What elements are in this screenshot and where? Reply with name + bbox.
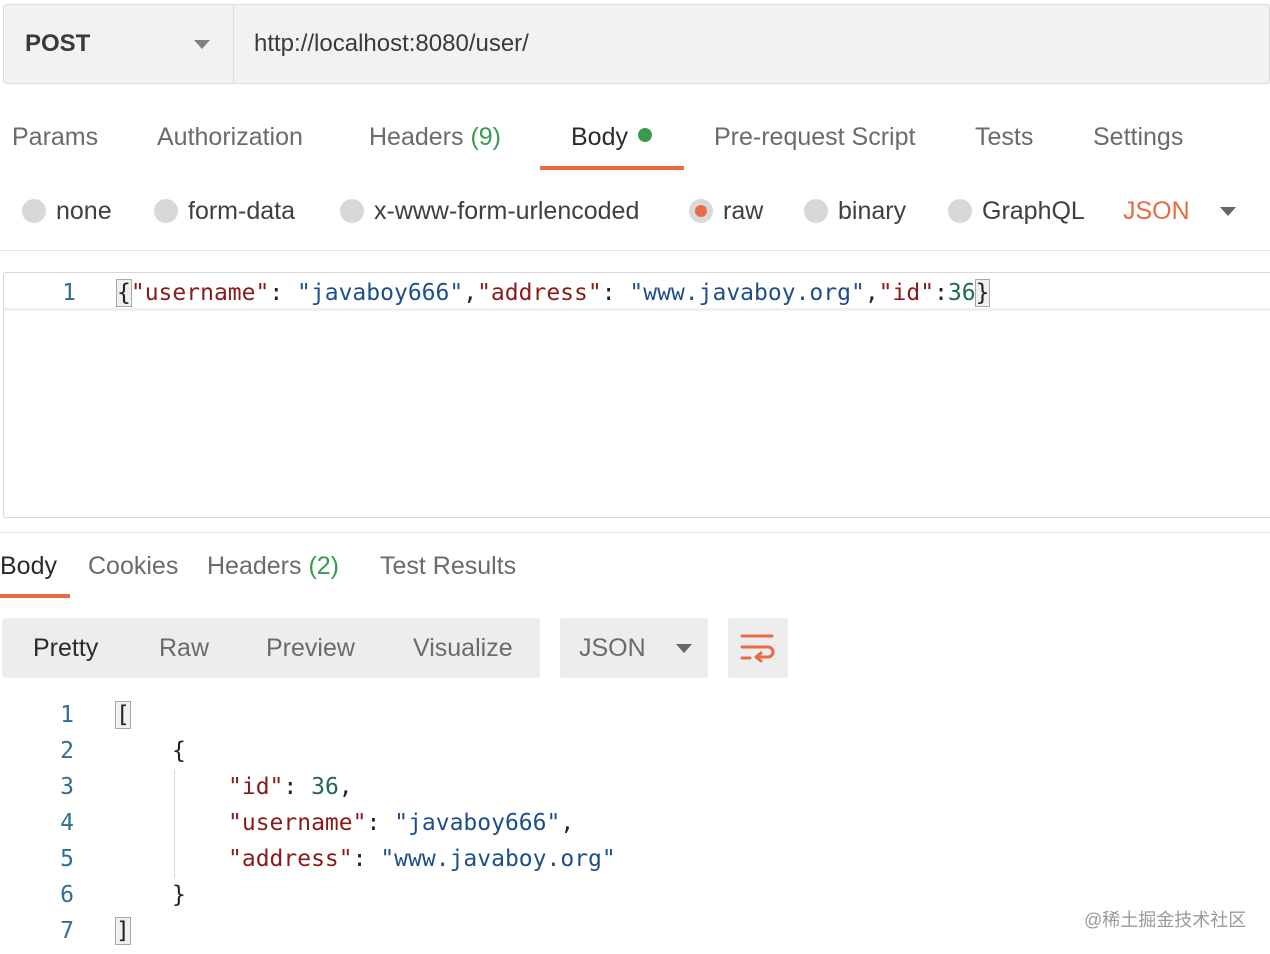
response-tab-cookies[interactable]: Cookies: [88, 540, 178, 598]
method-select[interactable]: POST: [4, 5, 234, 83]
line-number: 6: [60, 882, 74, 908]
line-number: 7: [60, 918, 74, 944]
headers-count-badge: (2): [308, 552, 340, 580]
view-preview-button[interactable]: Preview: [266, 618, 355, 678]
code-line: [: [115, 701, 131, 729]
tab-headers[interactable]: Headers (9): [369, 108, 501, 170]
line-number: 2: [60, 738, 74, 764]
line-number: 3: [60, 774, 74, 800]
active-tab-underline: [540, 166, 684, 170]
radio-urlencoded[interactable]: x-www-form-urlencoded: [340, 186, 639, 236]
divider: [0, 250, 1270, 251]
view-pretty-button[interactable]: Pretty: [33, 618, 98, 678]
view-raw-button[interactable]: Raw: [159, 618, 209, 678]
code-line: "id": 36,: [228, 774, 353, 800]
response-tab-test-results[interactable]: Test Results: [380, 540, 516, 598]
code-line: {"username": "javaboy666","address": "ww…: [116, 279, 991, 307]
radio-graphql[interactable]: GraphQL: [948, 186, 1085, 236]
url-text: http://localhost:8080/user/: [254, 30, 529, 57]
tab-body[interactable]: Body: [540, 108, 684, 170]
url-input[interactable]: http://localhost:8080/user/: [234, 5, 1269, 83]
wrap-lines-icon: [740, 634, 775, 663]
divider: [0, 532, 1270, 533]
indent-guide: [174, 770, 175, 878]
chevron-down-icon: [1219, 206, 1236, 216]
line-number: 1: [60, 702, 74, 728]
line-number: 1: [62, 280, 76, 306]
line-number: 5: [60, 846, 74, 872]
watermark: @稀土掘金技术社区: [1084, 910, 1247, 930]
request-bar: POST http://localhost:8080/user/: [3, 4, 1270, 84]
modified-dot-icon: [637, 128, 652, 142]
tab-params[interactable]: Params: [12, 108, 98, 170]
wrap-lines-button[interactable]: [728, 618, 788, 678]
response-tab-body[interactable]: Body: [0, 540, 70, 598]
tab-tests[interactable]: Tests: [975, 108, 1033, 170]
code-line: "address": "www.javaboy.org": [228, 846, 616, 872]
radio-checked-icon: [689, 199, 713, 223]
method-label: POST: [25, 30, 91, 57]
radio-icon: [804, 199, 828, 223]
tab-pre-request-script[interactable]: Pre-request Script: [714, 108, 915, 170]
request-body-editor[interactable]: 1 {"username": "javaboy666","address": "…: [3, 272, 1270, 518]
request-tabs: Params Authorization Headers (9) Body Pr…: [0, 108, 1270, 170]
response-format-select[interactable]: JSON: [560, 618, 708, 678]
radio-form-data[interactable]: form-data: [154, 186, 295, 236]
headers-count-badge: (9): [470, 123, 502, 151]
radio-icon: [154, 199, 178, 223]
view-visualize-button[interactable]: Visualize: [413, 618, 513, 678]
code-line: {: [172, 738, 186, 764]
response-tabs: Body Cookies Headers (2) Test Results: [0, 540, 1270, 598]
radio-binary[interactable]: binary: [804, 186, 906, 236]
line-number: 4: [60, 810, 74, 836]
radio-icon: [340, 199, 364, 223]
code-line: ]: [115, 917, 131, 945]
radio-none[interactable]: none: [22, 186, 112, 236]
body-type-options: none form-data x-www-form-urlencoded raw…: [0, 186, 1270, 236]
tab-authorization[interactable]: Authorization: [157, 108, 303, 170]
code-line: "username": "javaboy666",: [228, 810, 575, 836]
radio-raw[interactable]: raw: [689, 186, 763, 236]
raw-format-select[interactable]: JSON: [1123, 186, 1236, 236]
active-tab-underline: [0, 594, 70, 598]
chevron-down-icon: [194, 40, 210, 49]
code-line: }: [172, 882, 186, 908]
response-view-mode: Pretty Raw Preview Visualize: [2, 618, 540, 678]
chevron-down-icon: [675, 643, 692, 653]
radio-icon: [948, 199, 972, 223]
response-tab-headers[interactable]: Headers (2): [207, 540, 339, 598]
radio-icon: [22, 199, 46, 223]
tab-settings[interactable]: Settings: [1093, 108, 1183, 170]
